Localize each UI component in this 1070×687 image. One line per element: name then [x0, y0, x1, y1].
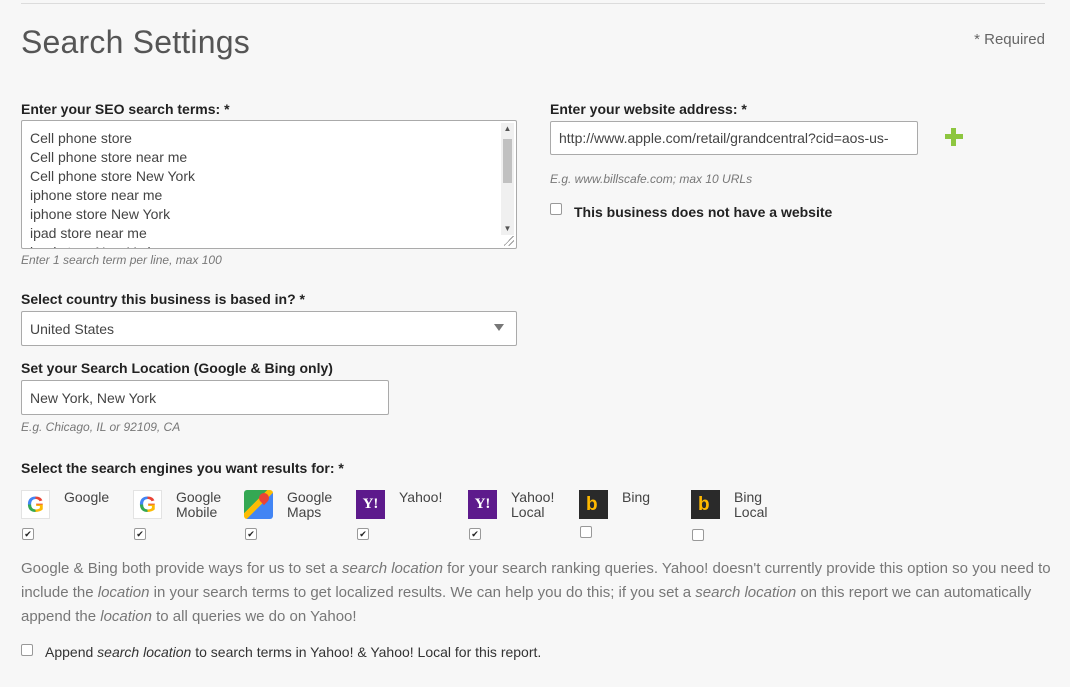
- engine-google-mobile: G Google Mobile: [133, 490, 243, 550]
- engine-label: Google: [64, 489, 110, 505]
- plus-icon[interactable]: [945, 128, 963, 146]
- engine-label: Yahoo!: [399, 489, 443, 505]
- append-location-checkbox[interactable]: [21, 644, 33, 656]
- engine-bing-local: b Bing Local: [691, 490, 801, 550]
- engine-label: Yahoo! Local: [511, 489, 555, 520]
- no-website-checkbox[interactable]: [550, 203, 562, 215]
- seo-term-line: ipad store near me: [30, 225, 147, 241]
- seo-term-line: Cell phone store New York: [30, 168, 195, 184]
- info-paragraph: Google & Bing both provide ways for us t…: [21, 560, 1051, 625]
- engines-label: Select the search engines you want resul…: [21, 460, 344, 476]
- engine-yahoo-local-checkbox[interactable]: [469, 528, 481, 540]
- seo-terms-label: Enter your SEO search terms: *: [21, 101, 230, 117]
- engine-yahoo-local: Y! Yahoo! Local: [468, 490, 578, 550]
- required-note: * Required: [974, 31, 1045, 48]
- seo-term-line: iphone store New York: [30, 206, 171, 222]
- website-label: Enter your website address: *: [550, 101, 747, 117]
- location-label: Set your Search Location (Google & Bing …: [21, 360, 333, 376]
- resize-grip-icon[interactable]: [504, 236, 514, 246]
- google-icon: G: [21, 490, 50, 519]
- location-hint: E.g. Chicago, IL or 92109, CA: [21, 420, 181, 434]
- seo-term-line: Cell phone store: [30, 130, 132, 146]
- seo-term-line: Cell phone store near me: [30, 149, 188, 165]
- seo-terms-hint: Enter 1 search term per line, max 100: [21, 253, 222, 267]
- location-input[interactable]: New York, New York: [21, 380, 389, 415]
- country-selected-value: United States: [30, 320, 115, 337]
- engine-google-checkbox[interactable]: [22, 528, 34, 540]
- scroll-down-icon[interactable]: ▼: [501, 223, 514, 235]
- engine-google-maps: Google Maps: [244, 490, 354, 550]
- website-input-value: http://www.apple.com/retail/grandcentral…: [559, 130, 889, 146]
- yahoo-icon: Y!: [356, 490, 385, 519]
- scroll-up-icon[interactable]: ▲: [501, 123, 514, 135]
- engine-bing: b Bing: [579, 490, 689, 550]
- location-input-value: New York, New York: [30, 389, 157, 406]
- page-title: Search Settings: [21, 24, 250, 60]
- chevron-down-icon: [494, 324, 504, 331]
- seo-terms-textarea[interactable]: Cell phone store Cell phone store near me…: [21, 120, 517, 249]
- engine-yahoo-checkbox[interactable]: [357, 528, 369, 540]
- engine-label: Bing: [622, 489, 651, 505]
- bing-icon: b: [691, 490, 720, 519]
- append-location-label: Append search location to search terms i…: [45, 644, 542, 660]
- seo-terms-lines: Cell phone store Cell phone store near me…: [30, 129, 496, 248]
- seo-term-line: ipad store New York: [30, 243, 496, 248]
- country-label: Select country this business is based in…: [21, 291, 305, 307]
- engine-google-maps-checkbox[interactable]: [245, 528, 257, 540]
- yahoo-icon: Y!: [468, 490, 497, 519]
- seo-term-line: iphone store near me: [30, 187, 163, 203]
- engine-bing-checkbox[interactable]: [580, 526, 592, 538]
- engine-label: Google Mobile: [176, 489, 222, 520]
- bing-icon: b: [579, 490, 608, 519]
- no-website-label: This business does not have a website: [574, 204, 833, 220]
- textarea-scrollbar[interactable]: ▲ ▼: [501, 123, 514, 235]
- scroll-thumb[interactable]: [503, 139, 512, 183]
- engine-google-mobile-checkbox[interactable]: [134, 528, 146, 540]
- engine-yahoo: Y! Yahoo!: [356, 490, 466, 550]
- website-hint: E.g. www.billscafe.com; max 10 URLs: [550, 172, 753, 186]
- country-select[interactable]: United States: [21, 311, 517, 346]
- engine-label: Google Maps: [287, 489, 333, 520]
- google-icon: G: [133, 490, 162, 519]
- engine-bing-local-checkbox[interactable]: [692, 529, 704, 541]
- website-input[interactable]: http://www.apple.com/retail/grandcentral…: [550, 121, 918, 155]
- google-maps-icon: [244, 490, 273, 519]
- top-divider: [21, 3, 1045, 4]
- engine-google: G Google: [21, 490, 131, 550]
- engine-label: Bing Local: [734, 489, 768, 520]
